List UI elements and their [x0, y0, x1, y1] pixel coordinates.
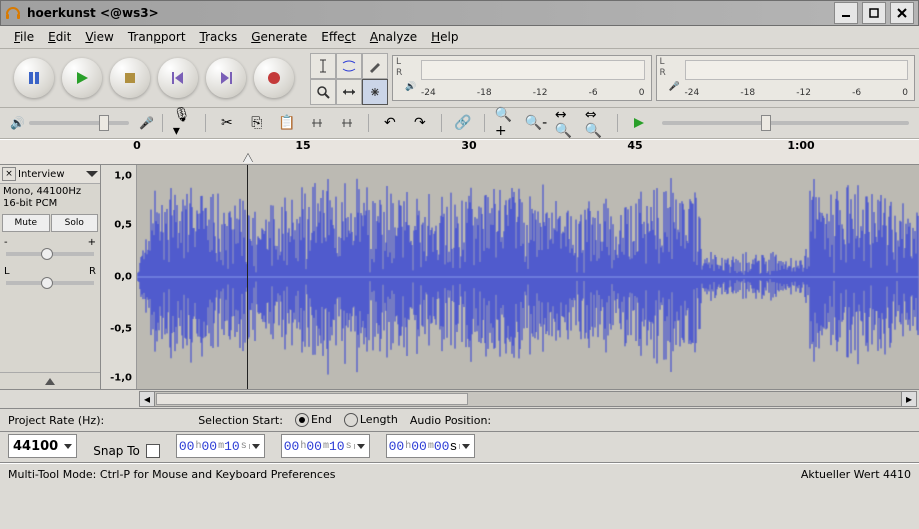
selection-start-label: Selection Start: [198, 414, 283, 427]
multi-tool[interactable] [362, 79, 388, 105]
play-cursor-marker [243, 154, 253, 163]
menu-view[interactable]: View [79, 28, 119, 46]
vertical-scale[interactable]: 1,0 0,5 0,0 -0,5 -1,0 [101, 165, 137, 389]
sync-lock-button[interactable]: 🔗 [451, 112, 475, 134]
playback-meter[interactable]: L R 🔊 -24-18-12-60 [392, 55, 652, 101]
length-radio[interactable] [344, 413, 358, 427]
menubar: File Edit View Tranpport Tracks Generate… [0, 26, 919, 49]
audio-position-time[interactable]: 00h 00m 00s [386, 434, 476, 458]
minimize-button[interactable] [834, 2, 858, 24]
mic-icon: 🎤 [139, 116, 154, 130]
cut-button[interactable]: ✂ [215, 112, 239, 134]
pause-button[interactable] [14, 58, 54, 98]
snap-to-label: Snap To [93, 444, 140, 458]
gain-slider[interactable]: -.+ [0, 234, 100, 263]
solo-button[interactable]: Solo [51, 214, 99, 232]
selection-end-time[interactable]: 00h 00m 10s [281, 434, 370, 458]
end-radio[interactable] [295, 413, 309, 427]
snap-to-checkbox[interactable] [146, 444, 160, 458]
envelope-tool[interactable] [336, 53, 362, 79]
maximize-button[interactable] [862, 2, 886, 24]
fit-project-button[interactable]: ⇔🔍 [584, 112, 608, 134]
speaker-icon: 🔊 [405, 82, 416, 92]
skip-end-button[interactable] [206, 58, 246, 98]
statusbar: Multi-Tool Mode: Ctrl-P for Mouse and Ke… [0, 463, 919, 484]
scroll-right-button[interactable]: ▸ [901, 392, 916, 406]
project-rate-label: Project Rate (Hz): [8, 414, 104, 427]
track-name[interactable]: Interview [18, 169, 84, 180]
tracks-area: × Interview Mono, 44100Hz 16-bit PCM Mut… [0, 165, 919, 390]
horizontal-scrollbar: ◂ ▸ [0, 390, 919, 409]
toolbar-edit-row: 🔊 🎤 🎙▾ ✂ ⎘ 📋 ↶ ↷ 🔗 🔍+ 🔍- ↔🔍 ⇔🔍 [0, 108, 919, 139]
status-left: Multi-Tool Mode: Ctrl-P for Mouse and Ke… [8, 468, 335, 481]
draw-tool[interactable] [362, 53, 388, 79]
scroll-left-button[interactable]: ◂ [140, 392, 155, 406]
mute-button[interactable]: Mute [2, 214, 50, 232]
track-format: Mono, 44100Hz 16-bit PCM [0, 184, 100, 212]
status-right: Aktueller Wert 4410 [801, 468, 911, 481]
pan-slider[interactable]: L.R [0, 263, 100, 292]
menu-generate[interactable]: Generate [245, 28, 313, 46]
audio-position-label: Audio Position: [410, 414, 491, 427]
selection-bar-labels: Project Rate (Hz): Selection Start: End … [0, 409, 919, 432]
toolbar-transport-row: L R 🔊 -24-18-12-60 L R 🎤 -24-18-12-60 [0, 49, 919, 108]
selection-tool[interactable] [310, 53, 336, 79]
scroll-thumb[interactable] [156, 393, 468, 405]
menu-file[interactable]: File [8, 28, 40, 46]
project-rate-combo[interactable]: 44100 [8, 434, 77, 458]
input-device-combo[interactable]: 🎙▾ [172, 112, 196, 134]
close-button[interactable] [890, 2, 914, 24]
track-menu-button[interactable] [86, 171, 98, 177]
zoom-out-button[interactable]: 🔍- [524, 112, 548, 134]
tool-palette [308, 51, 388, 105]
record-meter[interactable]: L R 🎤 -24-18-12-60 [656, 55, 916, 101]
timeshift-tool[interactable] [336, 79, 362, 105]
record-button[interactable] [254, 58, 294, 98]
track-close-button[interactable]: × [2, 167, 16, 181]
titlebar: hoerkunst <@ws3> [0, 0, 919, 26]
zoom-tool[interactable] [310, 79, 336, 105]
timeline-ruler[interactable]: 0 15 30 45 1:00 [0, 139, 919, 165]
stop-button[interactable] [110, 58, 150, 98]
speaker-icon: 🔊 [10, 116, 25, 130]
undo-button[interactable]: ↶ [378, 112, 402, 134]
fit-selection-button[interactable]: ↔🔍 [554, 112, 578, 134]
skip-start-button[interactable] [158, 58, 198, 98]
collapse-button[interactable] [0, 372, 100, 389]
track-control-panel: × Interview Mono, 44100Hz 16-bit PCM Mut… [0, 165, 101, 389]
playback-speed[interactable] [656, 121, 915, 125]
app-icon [5, 5, 21, 21]
menu-effect[interactable]: Effect [315, 28, 362, 46]
paste-button[interactable]: 📋 [275, 112, 299, 134]
play-cursor [247, 165, 248, 389]
mic-icon: 🎤 [669, 82, 680, 92]
waveform-display[interactable] [137, 165, 919, 389]
window-title: hoerkunst <@ws3> [27, 6, 828, 20]
redo-button[interactable]: ↷ [408, 112, 432, 134]
menu-help[interactable]: Help [425, 28, 464, 46]
selection-bar-controls: 44100 Snap To 00h 00m 10s 00h 00m 10s 00… [0, 432, 919, 463]
play-button[interactable] [62, 58, 102, 98]
menu-transport[interactable]: Tranpport [122, 28, 192, 46]
play-at-speed-button[interactable] [627, 112, 651, 134]
menu-edit[interactable]: Edit [42, 28, 77, 46]
copy-button[interactable]: ⎘ [245, 112, 269, 134]
silence-button[interactable] [335, 112, 359, 134]
zoom-in-button[interactable]: 🔍+ [494, 112, 518, 134]
menu-analyze[interactable]: Analyze [364, 28, 423, 46]
trim-button[interactable] [305, 112, 329, 134]
selection-start-time[interactable]: 00h 00m 10s [176, 434, 265, 458]
output-volume[interactable]: 🔊 [4, 116, 135, 130]
menu-tracks[interactable]: Tracks [194, 28, 244, 46]
